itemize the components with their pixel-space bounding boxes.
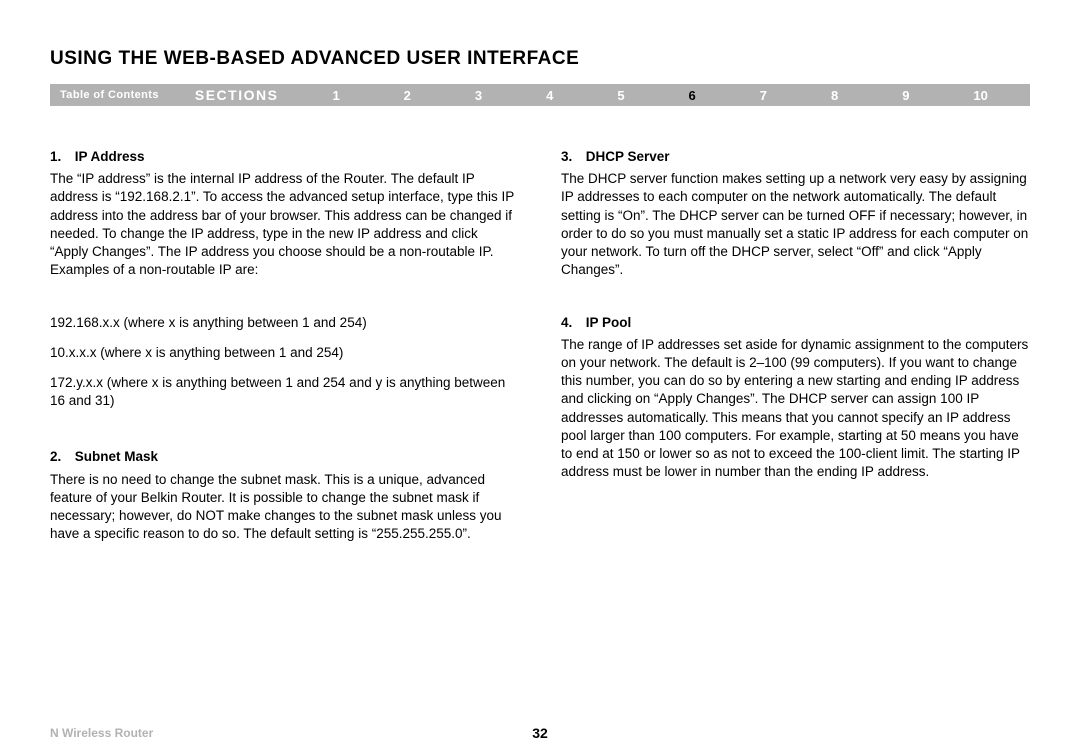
footer-page-number: 32 [532,725,548,741]
document-page: USING THE WEB-BASED ADVANCED USER INTERF… [0,0,1080,756]
content-columns: 1. IP Address The “IP address” is the in… [50,148,1030,562]
section-link-5[interactable]: 5 [611,88,630,103]
section-link-10[interactable]: 10 [967,88,993,103]
section-link-3[interactable]: 3 [469,88,488,103]
heading-subnet-mask: 2. Subnet Mask [50,448,519,466]
section-link-8[interactable]: 8 [825,88,844,103]
paragraph-ip-address: The “IP address” is the internal IP addr… [50,170,519,279]
heading-ip-pool: 4. IP Pool [561,314,1030,332]
example-ip-172: 172.y.x.x (where x is anything between 1… [50,374,519,410]
section-link-1[interactable]: 1 [326,88,345,103]
left-column: 1. IP Address The “IP address” is the in… [50,148,519,562]
example-ip-192: 192.168.x.x (where x is anything between… [50,314,519,332]
section-link-2[interactable]: 2 [398,88,417,103]
paragraph-ip-pool: The range of IP addresses set aside for … [561,336,1030,482]
page-title: USING THE WEB-BASED ADVANCED USER INTERF… [50,48,1030,70]
footer-product-label: N Wireless Router [50,726,153,740]
heading-dhcp-server: 3. DHCP Server [561,148,1030,166]
section-link-4[interactable]: 4 [540,88,559,103]
toc-link[interactable]: Table of Contents [50,84,169,106]
right-column: 3. DHCP Server The DHCP server function … [561,148,1030,562]
paragraph-dhcp-server: The DHCP server function makes setting u… [561,170,1030,279]
section-link-6[interactable]: 6 [683,88,702,103]
example-ip-10: 10.x.x.x (where x is anything between 1 … [50,344,519,362]
paragraph-subnet-mask: There is no need to change the subnet ma… [50,471,519,544]
section-link-9[interactable]: 9 [896,88,915,103]
sections-label: SECTIONS [169,87,301,103]
section-navbar: Table of Contents SECTIONS 1 2 3 4 5 6 7… [50,84,1030,106]
section-link-7[interactable]: 7 [754,88,773,103]
page-footer: N Wireless Router 32 [50,726,1030,740]
heading-ip-address: 1. IP Address [50,148,519,166]
section-number-list: 1 2 3 4 5 6 7 8 9 10 [300,88,1030,103]
